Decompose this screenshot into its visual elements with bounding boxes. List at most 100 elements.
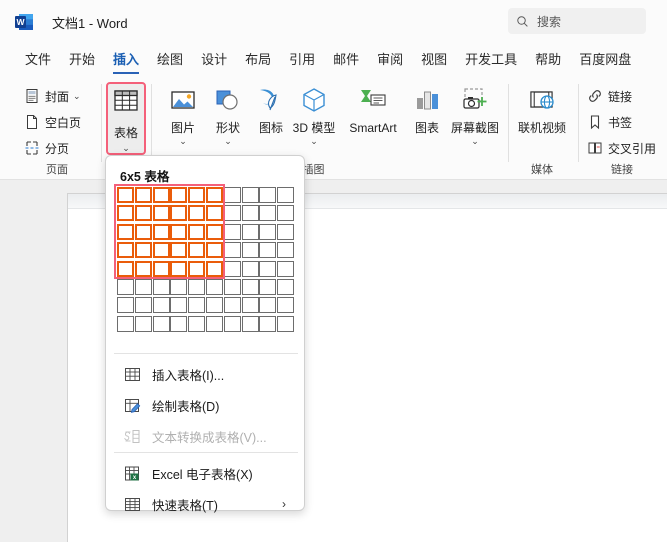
grid-cell-r3-c2[interactable] bbox=[134, 223, 152, 240]
grid-cell-r7-c5[interactable] bbox=[188, 297, 206, 314]
grid-cell-r5-c9[interactable] bbox=[259, 260, 277, 277]
grid-cell-r6-c4[interactable] bbox=[170, 279, 188, 295]
grid-cell-r1-c6[interactable] bbox=[206, 187, 223, 203]
tab-insert[interactable]: 插入 bbox=[104, 46, 148, 74]
chevron-down-icon[interactable]: ⌄ bbox=[122, 143, 130, 154]
chevron-down-icon[interactable]: ⌄ bbox=[471, 136, 479, 146]
grid-cell-r1-c3[interactable] bbox=[152, 187, 170, 203]
grid-cell-r8-c10[interactable] bbox=[277, 315, 295, 332]
tab-layout[interactable]: 布局 bbox=[236, 46, 280, 72]
picture-button[interactable]: 图片 ⌄ bbox=[160, 78, 206, 146]
grid-cell-r4-c1[interactable] bbox=[117, 242, 134, 259]
grid-cell-r8-c8[interactable] bbox=[241, 315, 259, 332]
menu-item-insert-table[interactable]: 插入表格(I)... bbox=[114, 359, 298, 389]
grid-cell-r7-c3[interactable] bbox=[152, 297, 170, 314]
grid-cell-r8-c5[interactable] bbox=[188, 315, 206, 332]
link-button[interactable]: 链接 bbox=[583, 84, 636, 108]
grid-cell-r1-c4[interactable] bbox=[170, 187, 188, 203]
grid-cell-r6-c5[interactable] bbox=[188, 279, 206, 295]
grid-cell-r6-c10[interactable] bbox=[277, 279, 295, 295]
chevron-down-icon[interactable]: ⌄ bbox=[73, 91, 81, 102]
chevron-down-icon[interactable]: ⌄ bbox=[224, 136, 232, 146]
grid-cell-r7-c8[interactable] bbox=[241, 297, 259, 314]
tab-design[interactable]: 设计 bbox=[192, 46, 236, 72]
grid-cell-r5-c2[interactable] bbox=[134, 260, 152, 277]
grid-cell-r3-c6[interactable] bbox=[206, 223, 223, 240]
smartart-button[interactable]: SmartArt bbox=[340, 78, 406, 135]
chevron-down-icon[interactable]: ⌄ bbox=[179, 136, 187, 146]
grid-cell-r6-c2[interactable] bbox=[134, 279, 152, 295]
grid-cell-r3-c3[interactable] bbox=[152, 223, 170, 240]
table-size-grid[interactable] bbox=[114, 184, 295, 335]
grid-cell-r3-c5[interactable] bbox=[188, 223, 206, 240]
grid-cell-r5-c7[interactable] bbox=[223, 260, 241, 277]
grid-cell-r7-c2[interactable] bbox=[134, 297, 152, 314]
grid-cell-r7-c9[interactable] bbox=[259, 297, 277, 314]
grid-cell-r6-c9[interactable] bbox=[259, 279, 277, 295]
grid-cell-r4-c6[interactable] bbox=[206, 242, 223, 259]
bookmark-button[interactable]: 书签 bbox=[583, 110, 636, 134]
grid-cell-r5-c3[interactable] bbox=[152, 260, 170, 277]
grid-cell-r2-c8[interactable] bbox=[241, 205, 259, 222]
grid-cell-r3-c10[interactable] bbox=[277, 223, 295, 240]
menu-item-quick-tables[interactable]: 快速表格(T) › bbox=[114, 489, 298, 519]
grid-cell-r2-c6[interactable] bbox=[206, 205, 223, 222]
grid-cell-r7-c7[interactable] bbox=[223, 297, 241, 314]
grid-cell-r5-c6[interactable] bbox=[206, 260, 223, 277]
3d-model-button[interactable]: 3D 模型 ⌄ bbox=[288, 78, 340, 146]
grid-cell-r8-c1[interactable] bbox=[117, 315, 134, 332]
grid-cell-r2-c1[interactable] bbox=[117, 205, 134, 222]
grid-cell-r6-c7[interactable] bbox=[223, 279, 241, 295]
screenshot-button[interactable]: 屏幕截图 ⌄ bbox=[444, 78, 506, 146]
grid-cell-r3-c8[interactable] bbox=[241, 223, 259, 240]
grid-cell-r8-c7[interactable] bbox=[223, 315, 241, 332]
grid-cell-r4-c9[interactable] bbox=[259, 242, 277, 259]
grid-cell-r2-c4[interactable] bbox=[170, 205, 188, 222]
grid-cell-r5-c4[interactable] bbox=[170, 260, 188, 277]
grid-cell-r3-c4[interactable] bbox=[170, 223, 188, 240]
grid-cell-r4-c7[interactable] bbox=[223, 242, 241, 259]
grid-cell-r8-c3[interactable] bbox=[152, 315, 170, 332]
tab-review[interactable]: 审阅 bbox=[368, 46, 412, 72]
grid-cell-r3-c7[interactable] bbox=[223, 223, 241, 240]
online-video-button[interactable]: 联机视频 bbox=[511, 78, 573, 135]
grid-cell-r3-c1[interactable] bbox=[117, 223, 134, 240]
grid-cell-r8-c6[interactable] bbox=[206, 315, 223, 332]
grid-cell-r1-c5[interactable] bbox=[188, 187, 206, 203]
grid-cell-r6-c6[interactable] bbox=[206, 279, 223, 295]
menu-item-excel-spreadsheet[interactable]: x Excel 电子表格(X) bbox=[114, 458, 298, 488]
grid-cell-r6-c1[interactable] bbox=[117, 279, 134, 295]
page-break-button[interactable]: 分页 bbox=[20, 136, 73, 160]
tab-mailings[interactable]: 邮件 bbox=[324, 46, 368, 72]
table-button[interactable]: 表格 ⌄ bbox=[106, 82, 146, 155]
grid-cell-r2-c3[interactable] bbox=[152, 205, 170, 222]
grid-cell-r4-c5[interactable] bbox=[188, 242, 206, 259]
grid-cell-r1-c8[interactable] bbox=[241, 187, 259, 203]
grid-cell-r7-c1[interactable] bbox=[117, 297, 134, 314]
menu-item-draw-table[interactable]: 绘制表格(D) bbox=[114, 390, 298, 420]
grid-cell-r8-c4[interactable] bbox=[170, 315, 188, 332]
grid-cell-r5-c5[interactable] bbox=[188, 260, 206, 277]
grid-cell-r1-c1[interactable] bbox=[117, 187, 134, 203]
search-box[interactable]: 搜索 bbox=[508, 8, 646, 34]
blank-page-button[interactable]: 空白页 bbox=[20, 110, 85, 134]
grid-cell-r4-c10[interactable] bbox=[277, 242, 295, 259]
grid-cell-r2-c5[interactable] bbox=[188, 205, 206, 222]
grid-cell-r6-c8[interactable] bbox=[241, 279, 259, 295]
grid-cell-r2-c9[interactable] bbox=[259, 205, 277, 222]
grid-cell-r8-c9[interactable] bbox=[259, 315, 277, 332]
grid-cell-r6-c3[interactable] bbox=[152, 279, 170, 295]
grid-cell-r4-c2[interactable] bbox=[134, 242, 152, 259]
cover-page-button[interactable]: 封面 ⌄ bbox=[20, 84, 85, 108]
shapes-button[interactable]: 形状 ⌄ bbox=[205, 78, 251, 146]
grid-cell-r1-c10[interactable] bbox=[277, 187, 295, 203]
cross-reference-button[interactable]: 交叉引用 bbox=[583, 136, 660, 160]
grid-cell-r3-c9[interactable] bbox=[259, 223, 277, 240]
grid-cell-r4-c8[interactable] bbox=[241, 242, 259, 259]
tab-baidu-netdisk[interactable]: 百度网盘 bbox=[570, 46, 640, 72]
chevron-down-icon[interactable]: ⌄ bbox=[310, 136, 318, 146]
grid-cell-r1-c2[interactable] bbox=[134, 187, 152, 203]
grid-cell-r7-c6[interactable] bbox=[206, 297, 223, 314]
tab-help[interactable]: 帮助 bbox=[526, 46, 570, 72]
grid-cell-r1-c9[interactable] bbox=[259, 187, 277, 203]
